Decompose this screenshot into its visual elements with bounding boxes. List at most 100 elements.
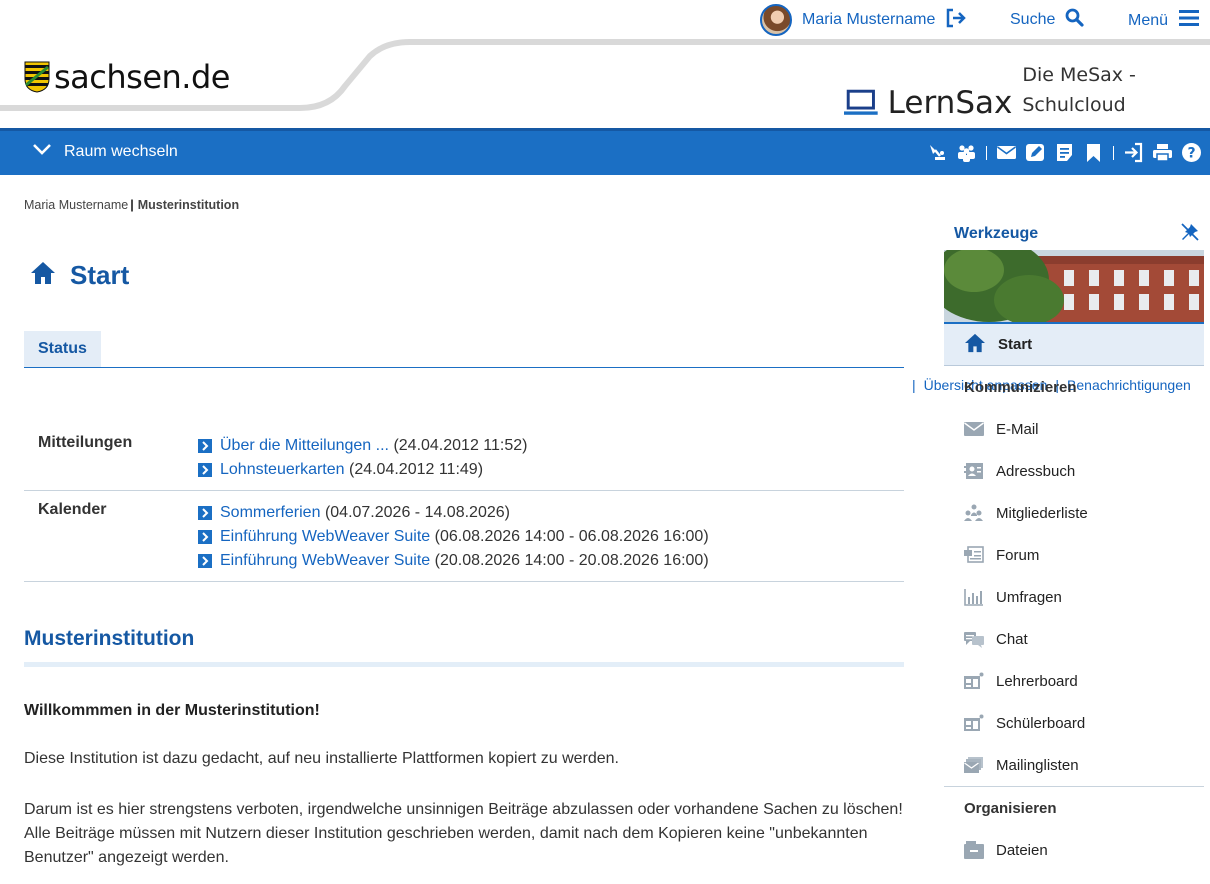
- action-separator: |: [912, 377, 916, 393]
- site-header: Maria Mustername Suche Menü sachsen.de L…: [0, 0, 1210, 128]
- tools-sidebar: Werkzeuge Start Kommunizieren E-Mail Adr…: [944, 218, 1204, 871]
- teacher-board-icon: [964, 671, 984, 691]
- switch-room-label: Raum wechseln: [64, 142, 178, 160]
- user-profile-link[interactable]: Maria Mustername: [760, 4, 967, 36]
- sidebar-item-email[interactable]: E-Mail: [944, 408, 1204, 450]
- list-item: Über die Mitteilungen ... (24.04.2012 11…: [198, 434, 904, 458]
- sachsen-logo[interactable]: sachsen.de: [24, 58, 230, 96]
- calendar-date: (20.08.2026 14:00 - 20.08.2026 16:00): [434, 552, 709, 569]
- lernsax-logo[interactable]: LernSax Die MeSax - Schulcloud: [844, 60, 1210, 120]
- sidebar-item-files[interactable]: Dateien: [944, 829, 1204, 871]
- list-item: Sommerferien (04.07.2026 - 14.08.2026): [198, 501, 904, 525]
- print-icon[interactable]: [1152, 142, 1173, 163]
- calendar-link[interactable]: Einführung WebWeaver Suite: [220, 528, 430, 545]
- message-date: (24.04.2012 11:52): [393, 437, 528, 454]
- list-item: Einführung WebWeaver Suite (06.08.2026 1…: [198, 525, 904, 549]
- toolbar-icon-group: ?: [927, 142, 1202, 163]
- message-link[interactable]: Lohnsteuerkarten: [220, 461, 345, 478]
- search-label: Suche: [1010, 11, 1056, 28]
- mail-icon[interactable]: [996, 142, 1017, 163]
- bar-chart-icon: [964, 587, 984, 607]
- description-paragraph: Diese Institution ist dazu gedacht, auf …: [24, 750, 619, 767]
- members-icon: [964, 503, 984, 523]
- status-row-messages: Mitteilungen Über die Mitteilungen ... (…: [24, 424, 904, 491]
- sidebar-item-label: E-Mail: [996, 420, 1039, 438]
- sidebar-item-label: Chat: [996, 630, 1028, 648]
- home-icon: [964, 333, 986, 357]
- messages-list: Über die Mitteilungen ... (24.04.2012 11…: [198, 424, 904, 490]
- section-title: Musterinstitution: [24, 627, 195, 650]
- sidebar-item-start[interactable]: Start: [944, 322, 1204, 366]
- lernsax-subtitle: Die MeSax - Schulcloud: [1022, 64, 1136, 116]
- sidebar-item-label: Adressbuch: [996, 462, 1076, 480]
- breadcrumb-current: Musterinstitution: [137, 198, 240, 212]
- laptop-icon: [844, 89, 878, 115]
- sidebar-item-chat[interactable]: Chat: [944, 618, 1204, 660]
- sidebar-item-surveys[interactable]: Umfragen: [944, 576, 1204, 618]
- sidebar-group-organize: Organisieren: [964, 799, 1057, 817]
- rules-paragraph: Darum ist es hier strengstens verboten, …: [24, 801, 903, 866]
- chevron-right-icon: [198, 463, 212, 477]
- user-name: Maria Mustername: [802, 11, 936, 28]
- address-book-icon: [964, 461, 984, 481]
- chevron-right-icon: [198, 530, 212, 544]
- sidebar-item-label: Dateien: [996, 841, 1048, 859]
- tab-bar: Status: [24, 331, 904, 368]
- bookmark-icon[interactable]: [1083, 142, 1104, 163]
- sidebar-title: Werkzeuge: [954, 225, 1039, 242]
- chat-icon: [964, 629, 984, 649]
- sidebar-item-member-list[interactable]: Mitgliederliste: [944, 492, 1204, 534]
- notes-icon[interactable]: [1054, 142, 1075, 163]
- files-icon: [964, 840, 984, 860]
- login-icon[interactable]: [1123, 142, 1144, 163]
- sidebar-item-teacher-board[interactable]: Lehrerboard: [944, 660, 1204, 702]
- breadcrumb-user[interactable]: Maria Mustername: [24, 198, 128, 212]
- logout-icon[interactable]: [945, 8, 967, 33]
- forum-icon: [964, 545, 984, 565]
- message-link[interactable]: Über die Mitteilungen ...: [220, 437, 389, 454]
- messages-label: Mitteilungen: [38, 434, 133, 451]
- lamp-icon[interactable]: [927, 142, 948, 163]
- calendar-list: Sommerferien (04.07.2026 - 14.08.2026) E…: [198, 491, 904, 581]
- search-icon: [1065, 8, 1084, 32]
- sidebar-item-mailing-lists[interactable]: Mailinglisten: [944, 744, 1204, 786]
- message-date: (24.04.2012 11:49): [348, 461, 484, 478]
- chevron-right-icon: [198, 439, 212, 453]
- calendar-date: (04.07.2026 - 14.08.2026): [324, 504, 510, 521]
- chevron-right-icon: [198, 506, 212, 520]
- mail-icon: [964, 419, 984, 439]
- calendar-link[interactable]: Sommerferien: [220, 504, 320, 521]
- menu-button[interactable]: Menü: [1128, 8, 1200, 33]
- home-icon: [30, 261, 56, 290]
- list-item: Lohnsteuerkarten (24.04.2012 11:49): [198, 458, 904, 482]
- room-toolbar: Raum wechseln ?: [0, 128, 1210, 175]
- page-title-text: Start: [70, 260, 130, 290]
- sidebar-item-label: Umfragen: [996, 588, 1062, 606]
- pin-icon[interactable]: [1180, 222, 1200, 247]
- chevron-down-icon: [32, 142, 52, 161]
- page-title: Start: [30, 260, 129, 291]
- users-icon[interactable]: [956, 142, 977, 163]
- sidebar-item-student-board[interactable]: Schülerboard: [944, 702, 1204, 744]
- section-divider: [24, 662, 904, 667]
- student-board-icon: [964, 713, 984, 733]
- sidebar-item-address-book[interactable]: Adressbuch: [944, 450, 1204, 492]
- calendar-link[interactable]: Einführung WebWeaver Suite: [220, 552, 430, 569]
- sidebar-item-label: Mitgliederliste: [996, 504, 1088, 522]
- saxony-coat-of-arms-icon: [24, 61, 50, 93]
- edit-icon[interactable]: [1025, 142, 1046, 163]
- status-row-calendar: Kalender Sommerferien (04.07.2026 - 14.0…: [24, 491, 904, 582]
- mailing-list-icon: [964, 755, 984, 775]
- breadcrumb: Maria Mustername | Musterinstitution: [24, 198, 239, 212]
- tab-status[interactable]: Status: [24, 331, 101, 367]
- switch-room-button[interactable]: Raum wechseln: [32, 142, 178, 161]
- search-button[interactable]: Suche: [1010, 8, 1084, 32]
- list-item: Einführung WebWeaver Suite (20.08.2026 1…: [198, 549, 904, 573]
- sidebar-item-forum[interactable]: Forum: [944, 534, 1204, 576]
- hamburger-icon: [1178, 8, 1200, 33]
- sidebar-item-label: Schülerboard: [996, 714, 1086, 732]
- svg-text:?: ?: [1187, 146, 1195, 162]
- toolbar-separator: [986, 145, 987, 160]
- toolbar-separator: [1113, 145, 1114, 160]
- help-icon[interactable]: ?: [1181, 142, 1202, 163]
